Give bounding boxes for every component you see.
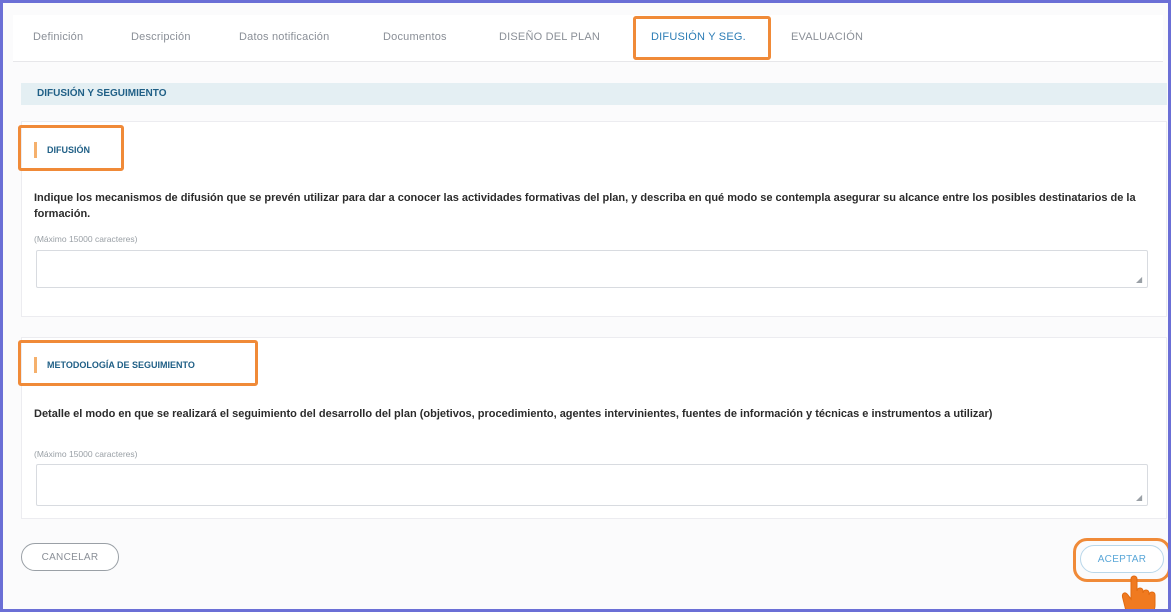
tab-evaluacion[interactable]: EVALUACIÓN bbox=[791, 23, 863, 51]
pointer-hand-icon bbox=[1122, 575, 1156, 609]
metodologia-hint: (Máximo 15000 caracteres) bbox=[34, 449, 138, 459]
cancel-button[interactable]: CANCELAR bbox=[21, 543, 119, 571]
tab-diseno-del-plan[interactable]: DISEÑO DEL PLAN bbox=[499, 23, 600, 51]
difusion-title: DIFUSIÓN bbox=[34, 142, 90, 158]
tab-documentos[interactable]: Documentos bbox=[383, 23, 447, 51]
difusion-textarea[interactable]: ◢ bbox=[36, 250, 1148, 288]
difusion-question: Indique los mecanismos de difusión que s… bbox=[34, 192, 1136, 220]
difusion-hint: (Máximo 15000 caracteres) bbox=[34, 234, 138, 244]
difusion-panel: DIFUSIÓN Indique los mecanismos de difus… bbox=[21, 121, 1167, 317]
tab-bar: Definición Descripción Datos notificació… bbox=[13, 15, 1163, 62]
resize-grip-icon[interactable]: ◢ bbox=[1136, 494, 1144, 502]
tab-difusion-y-seg[interactable]: DIFUSIÓN Y SEG. bbox=[651, 23, 746, 51]
metodologia-question: Detalle el modo en que se realizará el s… bbox=[34, 408, 993, 420]
metodologia-textarea[interactable]: ◢ bbox=[36, 464, 1148, 506]
metodologia-title: METODOLOGÍA DE SEGUIMIENTO bbox=[34, 357, 195, 373]
section-title: DIFUSIÓN Y SEGUIMIENTO bbox=[21, 83, 1167, 105]
tab-definicion[interactable]: Definición bbox=[33, 23, 83, 51]
resize-grip-icon[interactable]: ◢ bbox=[1136, 276, 1144, 284]
app-frame: Definición Descripción Datos notificació… bbox=[0, 0, 1171, 612]
tab-descripcion[interactable]: Descripción bbox=[131, 23, 191, 51]
tab-datos-notificacion[interactable]: Datos notificación bbox=[239, 23, 329, 51]
metodologia-panel: METODOLOGÍA DE SEGUIMIENTO Detalle el mo… bbox=[21, 337, 1167, 519]
